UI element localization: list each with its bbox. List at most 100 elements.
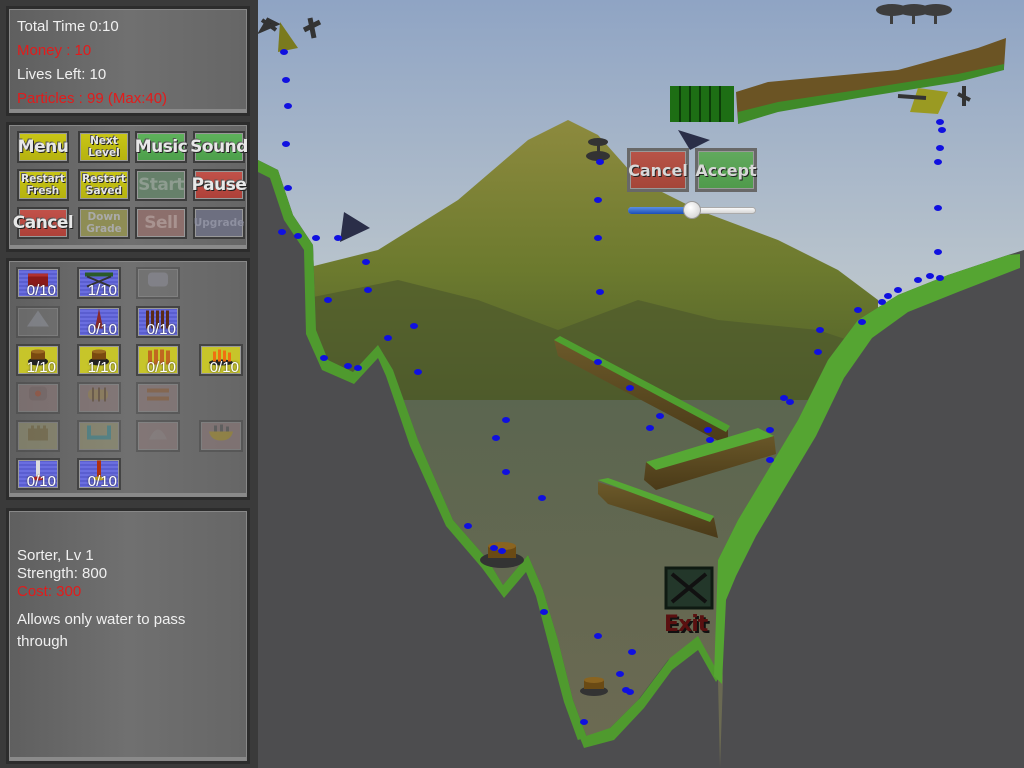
particle [580,719,588,725]
slider-thumb[interactable] [683,201,701,219]
tower-slot-castle-wall [16,420,60,452]
particle [926,273,934,279]
upipe-icon [85,423,113,446]
particle [816,327,824,333]
sound-button[interactable]: Sound [190,131,248,163]
particle [384,335,392,341]
pause-button[interactable]: Pause [192,169,247,201]
sidebar: Total Time 0:10 Money : 10 Lives Left: 1… [0,0,258,768]
tower-slot-furnace [16,382,60,414]
info-description: Allows only water to pass through [17,611,186,650]
particle [894,287,902,293]
bowl-icon [207,423,235,446]
particle [284,103,292,109]
particle [502,417,510,423]
tower-slot-sorter-small[interactable]: 1/10 [16,344,60,376]
tower-slot-brick-block[interactable]: 0/10 [16,267,60,299]
particle [936,275,944,281]
particle [540,609,548,615]
particle [616,671,624,677]
particle [320,355,328,361]
castle-icon [26,422,50,447]
info-strength: Strength: 800 [17,565,108,582]
tower-slot-brick-spike[interactable]: 0/10 [77,306,121,338]
particle [706,437,714,443]
particle [362,259,370,265]
tower-slot-pyramid [16,306,60,338]
tower-slot-scaffold[interactable]: 1/10 [77,267,121,299]
tower-slot-metal-plate [136,267,180,299]
particle [312,235,320,241]
sorter-tower-2 [580,677,608,696]
game-viewport[interactable] [258,0,1024,768]
particle [344,363,352,369]
tower-slot-bell-dome [136,420,180,452]
particle [594,633,602,639]
particle [854,307,862,313]
particle [766,457,774,463]
particle [538,495,546,501]
particle [626,689,634,695]
menu-button[interactable]: Menu [17,131,69,163]
sell-button: Sell [135,207,187,239]
particle [786,399,794,405]
restart-fresh-button[interactable]: Restart Fresh [17,169,69,201]
down-grade-button: Down Grade [78,207,130,239]
tower-slot-red-pillar[interactable]: 0/10 [77,458,121,490]
tower-count: 1/10 [87,359,117,376]
money: Money : 10 [17,42,92,59]
particle [934,159,942,165]
tower-palette: 0/10 1/10 0/10 0/10 1/10 1/10 0/10 0/10 0/10 0/10 [6,258,250,500]
restart-saved-button[interactable]: Restart Saved [78,169,130,201]
particle [410,323,418,329]
exit-label: Exit [664,612,708,637]
cancel-button[interactable]: Cancel [13,207,74,239]
popup-accept-button[interactable]: Accept [695,148,757,192]
tower-count: 0/10 [26,473,56,490]
particle [324,297,332,303]
particle [280,49,288,55]
tower-slot-sorter-large[interactable]: 1/10 [77,344,121,376]
pyramid-icon [26,309,50,332]
particle [594,359,602,365]
particle [780,395,788,401]
particle [414,369,422,375]
tower-slot-city-bowl [199,420,243,452]
particle [594,197,602,203]
tower-slot-white-pillar[interactable]: 0/10 [16,458,60,490]
bars-icon [145,386,171,407]
particle [704,427,712,433]
particle [490,545,498,551]
particle [936,119,944,125]
start-button: Start [135,169,187,201]
popup-cancel-button[interactable]: Cancel [627,148,689,192]
tower-slot-claw[interactable]: 0/10 [136,344,180,376]
tower-count: 0/10 [209,359,239,376]
music-button[interactable]: Music [135,131,188,163]
particle [934,249,942,255]
tower-count: 0/10 [146,359,176,376]
particle [914,277,922,283]
exit-box [664,566,714,610]
particle [766,427,774,433]
tower-slot-fire-pit[interactable]: 0/10 [199,344,243,376]
particle [656,413,664,419]
tower-count: 1/10 [26,359,56,376]
tower-slot-double-bar [136,382,180,414]
tower-slot-spike-fence[interactable]: 0/10 [136,306,180,338]
upgrade-button: Upgrade [193,207,245,239]
furnace-icon [26,384,50,409]
barrel-icon [85,385,113,408]
particle [936,145,944,151]
tower-slot-u-pipe [77,420,121,452]
particle [594,235,602,241]
particle [464,523,472,529]
particles-count: Particles : 99 (Max:40) [17,90,168,107]
tower-slot-barrel-engine [77,382,121,414]
strength-slider[interactable] [628,201,756,219]
particle [354,365,362,371]
controls-panel: Menu Next Level Music Sound Restart Fresh Res… [6,122,250,252]
next-level-button[interactable]: Next Level [78,131,130,163]
particle [498,548,506,554]
particle [884,293,892,299]
